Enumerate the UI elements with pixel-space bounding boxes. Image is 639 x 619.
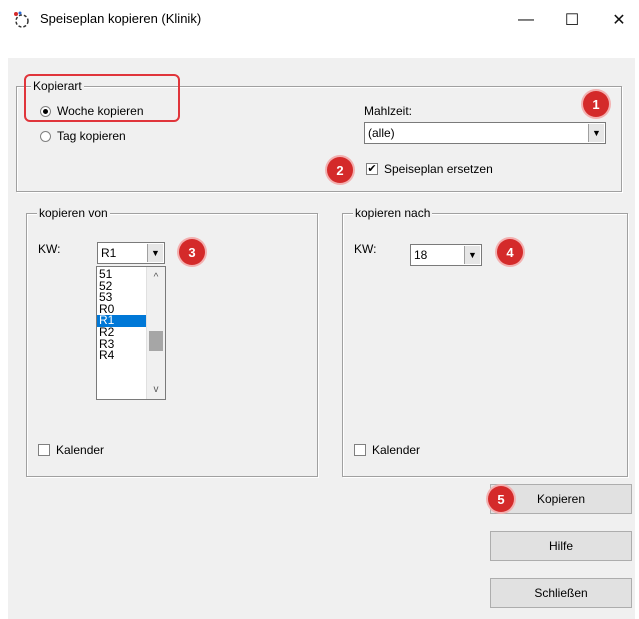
mahlzeit-value: (alle) [368, 126, 395, 140]
mahlzeit-label: Mahlzeit: [364, 104, 413, 118]
schliessen-button-label: Schließen [534, 586, 588, 600]
checkbox-icon[interactable] [38, 444, 50, 456]
chevron-down-icon[interactable]: ▼ [147, 244, 163, 262]
radio-tag-indicator[interactable] [40, 130, 51, 142]
kopieren-von-group: kopieren von [26, 206, 318, 477]
speiseplan-ersetzen-checkbox[interactable]: ✔ Speiseplan ersetzen [366, 162, 493, 176]
annotation-badge-5: 5 [488, 486, 514, 512]
kopieren-nach-kw-dropdown[interactable]: 18 ▼ [410, 244, 482, 266]
chevron-down-icon[interactable]: ▼ [464, 246, 480, 264]
kopieren-von-kw-dropdown[interactable]: R1 ▼ [97, 242, 165, 264]
kopieren-nach-group: kopieren nach [342, 206, 628, 477]
list-scrollbar[interactable]: ^ v [146, 267, 165, 399]
list-item[interactable]: R4 [97, 349, 146, 362]
scroll-thumb[interactable] [149, 331, 163, 351]
close-button[interactable]: ✕ [599, 6, 639, 34]
kopieren-von-kw-value: R1 [101, 246, 117, 260]
app-icon [14, 11, 29, 28]
minimize-button[interactable]: — [506, 6, 546, 34]
hilfe-button[interactable]: Hilfe [490, 531, 632, 561]
radio-tag-label: Tag kopieren [57, 129, 126, 143]
checkbox-icon[interactable] [354, 444, 366, 456]
radio-tag-kopieren[interactable]: Tag kopieren [40, 129, 126, 143]
kopieren-von-kalender-label: Kalender [56, 443, 105, 457]
kopieren-nach-kw-value: 18 [414, 248, 428, 262]
annotation-badge-1: 1 [583, 91, 609, 117]
schliessen-button[interactable]: Schließen [490, 578, 632, 608]
radio-woche-kopieren[interactable]: Woche kopieren [40, 104, 144, 118]
kopieren-button-label: Kopieren [536, 492, 586, 506]
speiseplan-ersetzen-label: Speiseplan ersetzen [384, 162, 493, 176]
annotation-badge-2: 2 [327, 157, 353, 183]
chevron-down-icon[interactable]: ▼ [588, 124, 604, 142]
radio-woche-label: Woche kopieren [57, 104, 144, 118]
checkbox-checked-icon[interactable]: ✔ [366, 163, 378, 175]
window-title: Speiseplan kopieren (Klinik) [40, 11, 202, 26]
hilfe-button-label: Hilfe [548, 539, 573, 553]
kopieren-von-label: kopieren von [37, 206, 110, 220]
annotation-badge-3: 3 [179, 239, 205, 265]
title-bar: Speiseplan kopieren (Klinik) — ☐ ✕ [0, 0, 639, 40]
kopieren-von-kw-label: KW: [38, 242, 61, 256]
kopieren-nach-kalender-checkbox[interactable]: Kalender [354, 443, 420, 457]
maximize-button[interactable]: ☐ [552, 6, 592, 34]
close-icon: ✕ [612, 12, 626, 29]
mahlzeit-dropdown[interactable]: (alle) ▼ [364, 122, 606, 144]
minimize-icon: — [518, 11, 534, 28]
maximize-icon: ☐ [564, 12, 580, 29]
kopieren-von-kalender-checkbox[interactable]: Kalender [38, 443, 104, 457]
kopieren-von-kw-list[interactable]: 51 52 53 R0 R1 R2 R3 R4 ^ v [96, 266, 166, 400]
radio-woche-indicator[interactable] [40, 105, 51, 117]
kopieren-nach-kalender-label: Kalender [372, 443, 421, 457]
scroll-down-icon[interactable]: v [147, 381, 165, 397]
scroll-up-icon[interactable]: ^ [147, 269, 165, 285]
annotation-badge-4: 4 [497, 239, 523, 265]
kopieren-nach-label: kopieren nach [353, 206, 433, 220]
kopieren-nach-kw-label: KW: [354, 242, 377, 256]
